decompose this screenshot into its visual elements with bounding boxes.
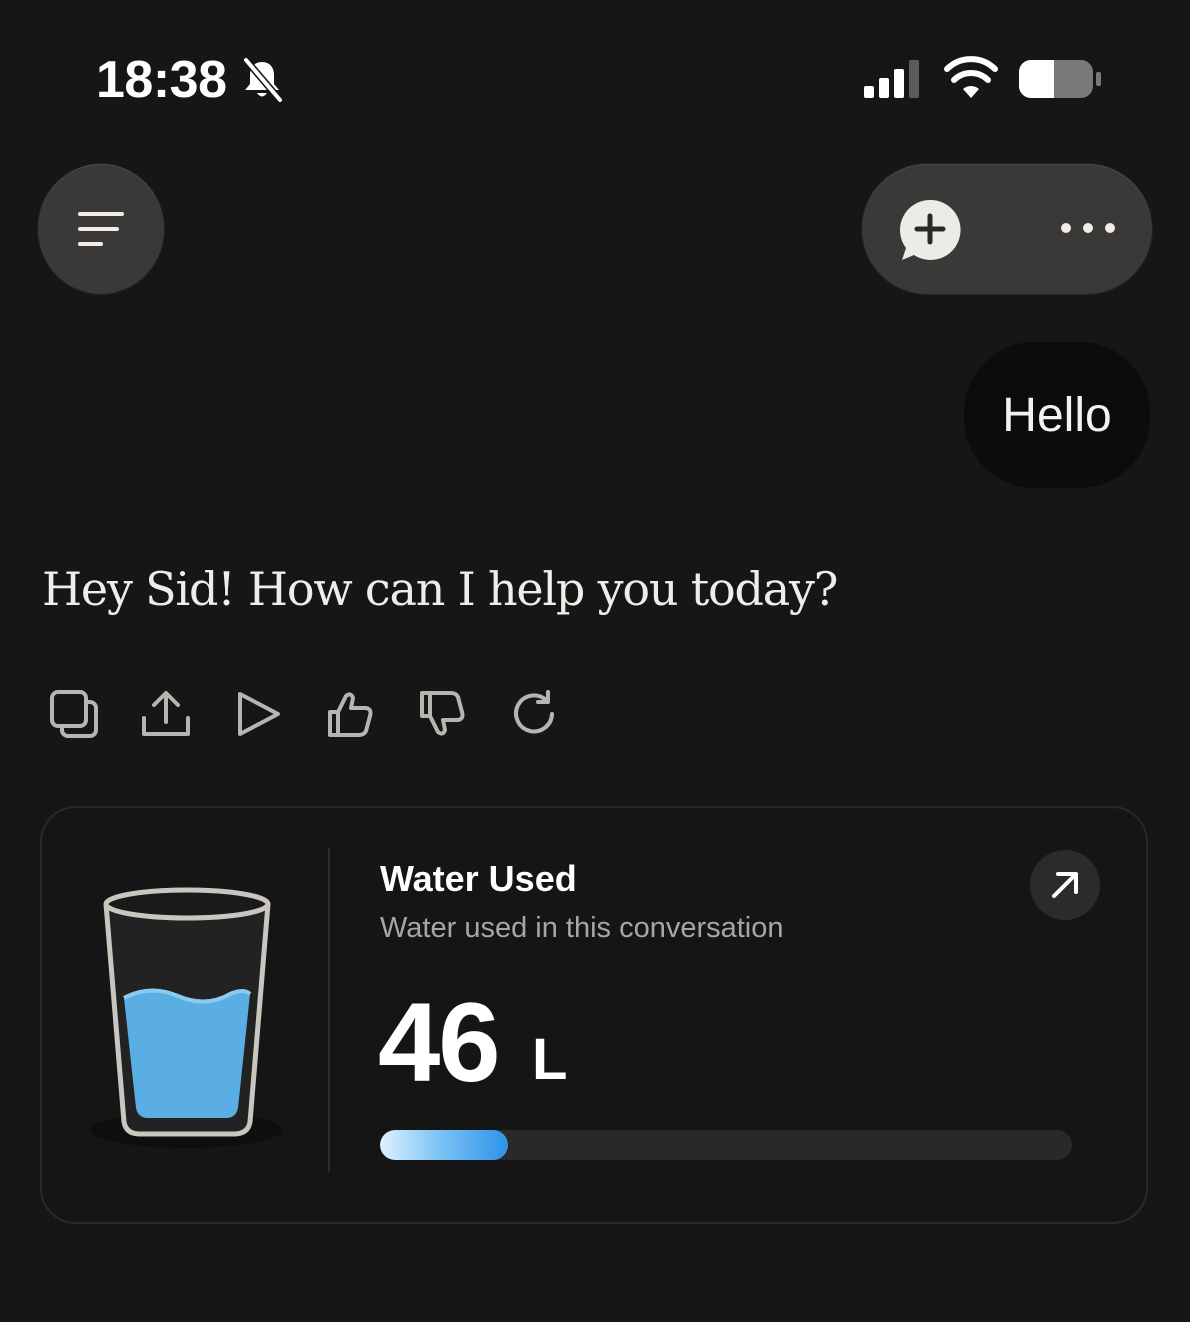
share-icon — [142, 691, 190, 736]
thumbs-down-button[interactable] — [414, 686, 470, 742]
card-divider — [328, 848, 330, 1172]
card-title: Water Used — [380, 858, 577, 899]
share-button[interactable] — [138, 686, 194, 742]
water-used-card[interactable]: Water Used Water used in this conversati… — [40, 806, 1148, 1224]
water-amount: 46 — [378, 980, 501, 1105]
header-actions — [862, 164, 1152, 294]
user-message-bubble: Hello — [964, 342, 1150, 488]
water-progress-bar — [380, 1130, 1072, 1160]
status-time: 18:38 — [96, 51, 227, 109]
thumbs-down-icon — [420, 691, 465, 736]
bell-slash-icon — [242, 56, 284, 104]
message-actions — [46, 686, 598, 742]
assistant-message: Hey Sid! How can I help you today? — [42, 562, 838, 616]
new-chat-icon[interactable] — [898, 198, 962, 262]
thumbs-up-icon — [328, 692, 373, 737]
menu-icon — [78, 212, 124, 246]
copy-button[interactable] — [46, 686, 102, 742]
thumbs-up-button[interactable] — [322, 686, 378, 742]
signal-icon — [864, 60, 919, 98]
water-glass-icon — [90, 887, 282, 1148]
water-progress-fill — [380, 1130, 509, 1160]
copy-icon — [50, 690, 98, 738]
battery-icon — [1019, 60, 1101, 98]
play-icon — [238, 692, 280, 736]
arrow-up-right-icon — [1052, 872, 1078, 898]
play-button[interactable] — [230, 686, 286, 742]
retry-button[interactable] — [506, 686, 562, 742]
menu-button[interactable] — [38, 164, 164, 294]
open-card-button[interactable] — [1030, 850, 1100, 920]
more-icon[interactable] — [1058, 216, 1118, 240]
retry-icon — [514, 690, 554, 734]
water-unit: L — [532, 1027, 568, 1092]
wifi-icon — [944, 56, 998, 98]
user-message-text: Hello — [1002, 388, 1112, 442]
card-subtitle: Water used in this conversation — [380, 912, 784, 944]
